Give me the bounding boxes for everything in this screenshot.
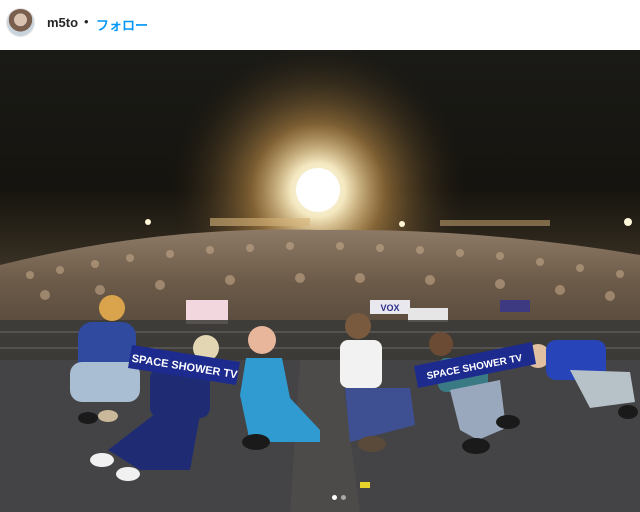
crowd-sign-text: VOX: [380, 303, 399, 313]
crowd-sign: [408, 308, 448, 322]
stage-light: [296, 168, 340, 212]
post-photo[interactable]: VOX SPACE SHOWER TV SPACE SHOWER TV: [0, 50, 640, 512]
floor-item: [360, 482, 370, 488]
separator-dot: •: [84, 14, 89, 29]
distant-lamp: [145, 219, 151, 225]
distant-lights: [440, 220, 550, 226]
carousel-dot[interactable]: [332, 495, 337, 500]
avatar[interactable]: [7, 9, 34, 36]
follow-button[interactable]: フォロー: [96, 15, 148, 34]
concert-photo: VOX SPACE SHOWER TV SPACE SHOWER TV: [0, 50, 640, 512]
distant-lamp: [399, 221, 405, 227]
username[interactable]: m5to: [47, 15, 78, 30]
distant-lamp: [624, 218, 632, 226]
distant-lights: [210, 218, 310, 226]
crowd-sign: [500, 300, 530, 312]
post-header: m5to • フォロー: [0, 0, 640, 50]
carousel-dot[interactable]: [341, 495, 346, 500]
carousel-indicator: [332, 495, 346, 500]
